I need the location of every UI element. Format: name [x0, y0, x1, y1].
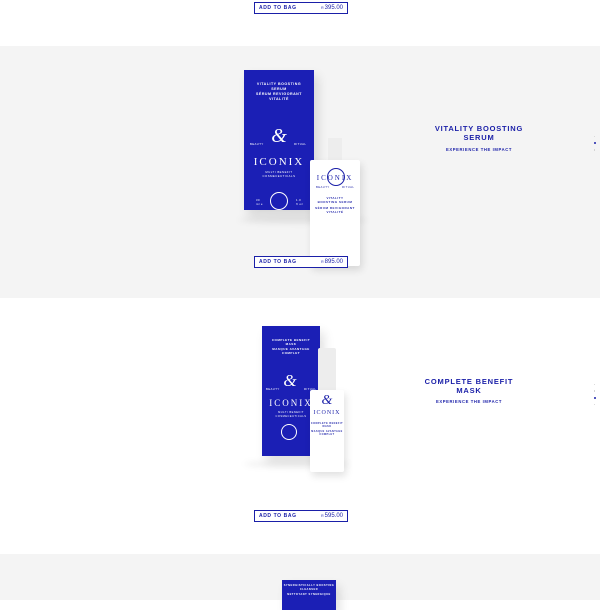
add-to-bag-bar: ADD TO BAG R 395.00 [254, 2, 348, 14]
brand-logo: ICONIX [253, 156, 305, 168]
product-bottle-image[interactable]: & ICONIX COMPLETE BENEFIT MASK MASQUE AV… [310, 390, 344, 472]
seal-icon [327, 168, 345, 186]
seal-icon [281, 424, 297, 440]
product-section-top: ADD TO BAG R 395.00 [0, 0, 600, 46]
carousel-dot-active[interactable] [594, 396, 596, 399]
product-box-image[interactable]: SYNERGISTICALLY BOOSTING CLEANSER NETTOY… [282, 580, 336, 610]
experience-link[interactable]: EXPERIENCE THE IMPACT [404, 399, 534, 404]
product-title[interactable]: COMPLETE BENEFIT MASK [404, 377, 534, 395]
product-bottle-image[interactable]: ICONIX BEAUTY RITUAL VITALITY BOOSTING S… [310, 160, 360, 266]
carousel-dots [594, 136, 596, 151]
add-to-bag-bar: ADD TO BAG R 895.00 [254, 256, 348, 268]
price: R 595.00 [321, 513, 343, 519]
carousel-dot[interactable] [594, 390, 596, 392]
price: R 895.00 [321, 259, 343, 265]
product-title[interactable]: VITALITY BOOSTING SERUM [414, 124, 544, 142]
product-section-complete-mask: COMPLETE BENEFIT MASK MASQUE AVANTAGE CO… [0, 298, 600, 554]
price: R 395.00 [321, 5, 343, 11]
product-section-vitality-serum: VITALITY BOOSTING SERUM SÉRUM REVIGORANT… [0, 46, 600, 298]
monogram-logo: & [271, 125, 287, 147]
carousel-dot[interactable] [594, 403, 596, 406]
experience-link[interactable]: EXPERIENCE THE IMPACT [414, 147, 544, 152]
product-section-cleanser: SYNERGISTICALLY BOOSTING CLEANSER NETTOY… [0, 554, 600, 610]
carousel-dots [594, 384, 596, 406]
carousel-dot-active[interactable] [594, 142, 596, 145]
product-box-image[interactable]: VITALITY BOOSTING SERUM SÉRUM REVIGORANT… [244, 70, 314, 210]
add-to-bag-bar: ADD TO BAG R 595.00 [254, 510, 348, 522]
bottle-pump [318, 348, 336, 390]
seal-icon [270, 192, 288, 210]
monogram-logo: & [283, 371, 297, 390]
bottle-dropper [328, 138, 342, 160]
add-to-bag-button[interactable]: ADD TO BAG [259, 513, 297, 519]
carousel-dot[interactable] [594, 149, 596, 151]
add-to-bag-button[interactable]: ADD TO BAG [259, 259, 297, 265]
carousel-dot[interactable] [594, 136, 596, 138]
carousel-dot[interactable] [594, 384, 596, 386]
add-to-bag-button[interactable]: ADD TO BAG [259, 5, 297, 11]
